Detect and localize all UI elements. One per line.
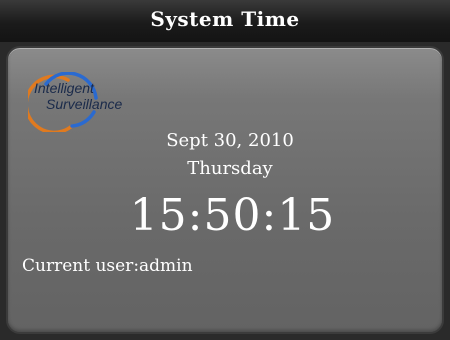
system-time-window: System Time Intelligent Surveillance Sep…	[0, 0, 450, 340]
current-time: 15:50:15	[129, 190, 336, 241]
intelligent-surveillance-logo: Intelligent Surveillance	[28, 72, 168, 132]
window-title: System Time	[150, 7, 300, 31]
logo-text-line2: Surveillance	[46, 96, 123, 112]
current-user-label: Current user:admin	[22, 256, 193, 276]
current-date: Sept 30, 2010	[166, 130, 294, 151]
logo-text-line1: Intelligent	[34, 80, 94, 96]
current-weekday: Thursday	[187, 158, 273, 179]
title-bar: System Time	[0, 0, 450, 42]
